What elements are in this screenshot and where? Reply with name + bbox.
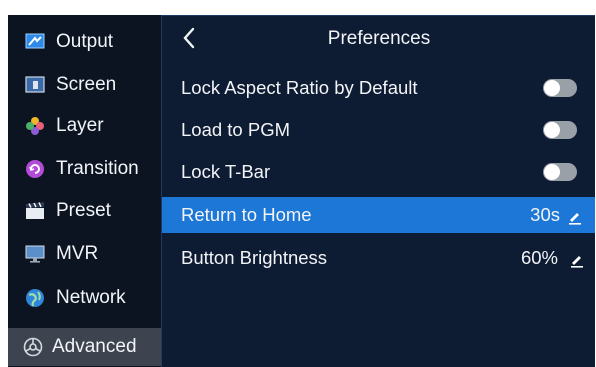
toggle-knob bbox=[544, 122, 560, 138]
edit-icon[interactable] bbox=[568, 208, 582, 225]
setting-label: Lock Aspect Ratio by Default bbox=[181, 77, 418, 98]
sidebar-item-advanced[interactable]: Advanced bbox=[8, 328, 161, 366]
setting-row-return-to-home[interactable]: Return to Home 30s bbox=[162, 197, 595, 233]
setting-label: Lock T-Bar bbox=[181, 161, 271, 182]
setting-row-lock-aspect-ratio[interactable]: Lock Aspect Ratio by Default bbox=[162, 70, 595, 106]
setting-row-load-to-pgm[interactable]: Load to PGM bbox=[162, 112, 595, 148]
load-to-pgm-toggle[interactable] bbox=[543, 121, 577, 139]
setting-label: Load to PGM bbox=[181, 119, 291, 140]
return-to-home-value: 30s bbox=[530, 204, 560, 225]
sidebar-item-label: MVR bbox=[56, 243, 99, 264]
preset-icon bbox=[24, 200, 46, 222]
output-icon bbox=[24, 31, 46, 53]
sidebar: Output Screen Layer Transition Preset MV… bbox=[8, 15, 161, 367]
panel-header: Preferences bbox=[162, 16, 595, 60]
layer-icon bbox=[24, 115, 46, 137]
setting-label: Button Brightness bbox=[181, 247, 328, 268]
lock-t-bar-toggle[interactable] bbox=[543, 163, 577, 181]
button-brightness-value: 60% bbox=[520, 247, 558, 268]
screen-icon bbox=[24, 74, 46, 96]
sidebar-item-mvr[interactable]: MVR bbox=[8, 235, 161, 273]
sidebar-item-preset[interactable]: Preset bbox=[8, 192, 161, 230]
sidebar-item-label: Advanced bbox=[52, 336, 137, 357]
sidebar-item-layer[interactable]: Layer bbox=[8, 107, 161, 145]
network-icon bbox=[24, 287, 46, 309]
lock-aspect-ratio-toggle[interactable] bbox=[543, 79, 577, 97]
preferences-panel: Preferences Lock Aspect Ratio by Default… bbox=[161, 15, 595, 367]
sidebar-item-label: Network bbox=[56, 287, 126, 308]
sidebar-item-label: Layer bbox=[56, 115, 104, 136]
setting-row-button-brightness[interactable]: Button Brightness 60% bbox=[162, 240, 595, 276]
sidebar-item-label: Preset bbox=[56, 200, 111, 221]
advanced-icon bbox=[22, 336, 44, 358]
edit-icon[interactable] bbox=[570, 251, 584, 268]
sidebar-item-network[interactable]: Network bbox=[8, 279, 161, 317]
setting-label: Return to Home bbox=[181, 204, 312, 225]
sidebar-item-label: Output bbox=[56, 31, 114, 52]
transition-icon bbox=[24, 158, 46, 180]
device-screen: Output Screen Layer Transition Preset MV… bbox=[8, 15, 595, 367]
sidebar-item-output[interactable]: Output bbox=[8, 23, 161, 61]
sidebar-item-screen[interactable]: Screen bbox=[8, 66, 161, 104]
sidebar-item-transition[interactable]: Transition bbox=[8, 150, 161, 188]
sidebar-item-label: Transition bbox=[56, 158, 139, 179]
toggle-knob bbox=[544, 80, 560, 96]
toggle-knob bbox=[544, 164, 560, 180]
sidebar-item-label: Screen bbox=[56, 74, 117, 95]
setting-row-lock-t-bar[interactable]: Lock T-Bar bbox=[162, 154, 595, 190]
mvr-icon bbox=[24, 243, 46, 265]
page-title: Preferences bbox=[327, 28, 431, 49]
